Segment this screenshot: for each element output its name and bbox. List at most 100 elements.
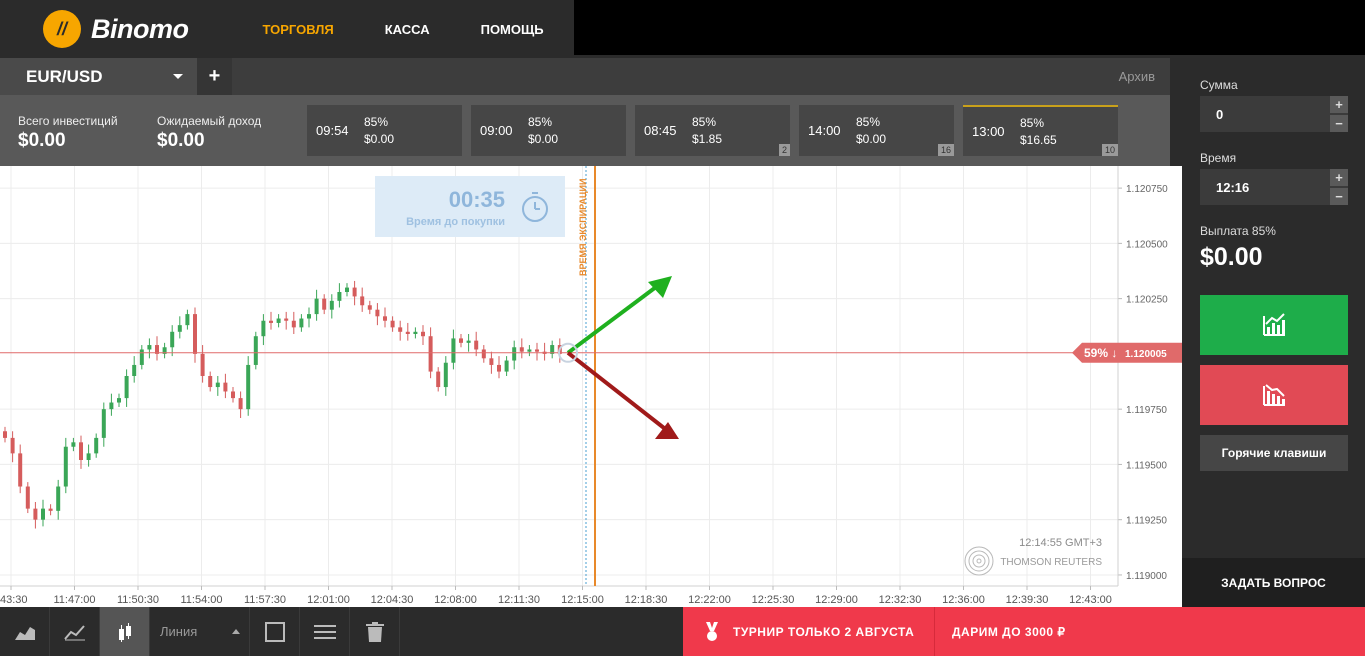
candle bbox=[185, 314, 190, 326]
candle bbox=[33, 508, 38, 520]
deal-card[interactable]: 09:54 85% $0.00 bbox=[307, 105, 462, 156]
candle bbox=[535, 349, 539, 352]
candle bbox=[223, 382, 228, 392]
deal-sum: $0.00 bbox=[856, 132, 887, 146]
candle bbox=[208, 376, 213, 388]
deal-percent: 85% bbox=[692, 115, 717, 129]
deal-sum: $0.00 bbox=[364, 132, 395, 146]
candle bbox=[231, 391, 235, 399]
expected-income: Ожидаемый доход $0.00 bbox=[157, 114, 261, 152]
candle bbox=[398, 327, 403, 332]
x-tick-label: 12:43:00 bbox=[1069, 594, 1112, 606]
candle bbox=[360, 296, 365, 306]
nav-help[interactable]: ПОМОЩЬ bbox=[481, 22, 544, 37]
sum-value: 0 bbox=[1216, 106, 1224, 122]
hotkeys-button[interactable]: Горячие клавиши bbox=[1200, 435, 1348, 471]
time-input[interactable]: 12:16 + − bbox=[1200, 169, 1348, 205]
sum-input[interactable]: 0 + − bbox=[1200, 96, 1348, 132]
y-tick-label: 1.120500 bbox=[1126, 239, 1168, 250]
deal-count-badge: 2 bbox=[778, 144, 790, 156]
y-tick-label: 1.120250 bbox=[1126, 295, 1168, 306]
candle bbox=[48, 508, 53, 511]
candle bbox=[200, 353, 205, 376]
candle bbox=[71, 442, 76, 447]
x-tick-label: 43:30 bbox=[0, 594, 28, 606]
candle bbox=[94, 437, 99, 454]
candle bbox=[322, 298, 327, 310]
deal-card[interactable]: 08:45 85% $1.85 2 bbox=[635, 105, 790, 156]
nav-cashier[interactable]: КАССА bbox=[385, 22, 430, 37]
candle bbox=[307, 314, 311, 319]
chart-down-icon bbox=[1263, 384, 1285, 406]
candle bbox=[413, 331, 418, 334]
total-investments-label: Всего инвестиций bbox=[18, 114, 118, 128]
y-tick-label: 1.119250 bbox=[1126, 516, 1167, 527]
timer-value: 00:35 bbox=[449, 187, 505, 212]
sum-decrease-button[interactable]: − bbox=[1330, 115, 1348, 132]
time-value: 12:16 bbox=[1216, 179, 1250, 195]
square-icon bbox=[264, 621, 285, 642]
candle bbox=[527, 349, 532, 352]
line-type-select[interactable]: Линия bbox=[150, 607, 250, 656]
x-tick-label: 12:25:30 bbox=[752, 594, 795, 606]
candle bbox=[139, 349, 144, 365]
add-asset-button[interactable]: + bbox=[197, 58, 232, 95]
deal-time: 14:00 bbox=[808, 123, 841, 138]
logo[interactable]: // Binomo bbox=[43, 10, 189, 48]
candle bbox=[421, 331, 425, 337]
ask-question-button[interactable]: ЗАДАТЬ ВОПРОС bbox=[1182, 558, 1365, 607]
x-tick-label: 12:15:00 bbox=[561, 594, 604, 606]
candle bbox=[436, 371, 441, 388]
promo-banner[interactable]: ТУРНИР ТОЛЬКО 2 АВГУСТА ДАРИМ ДО 3000 ₽ bbox=[683, 607, 1365, 656]
candles-tool[interactable] bbox=[100, 607, 150, 656]
delete-tool[interactable] bbox=[350, 607, 400, 656]
nav-trading[interactable]: ТОРГОВЛЯ bbox=[263, 22, 334, 37]
menu-tool[interactable] bbox=[300, 607, 350, 656]
candle bbox=[405, 331, 410, 334]
candle bbox=[86, 453, 91, 460]
candle bbox=[299, 318, 304, 328]
area-chart-tool[interactable] bbox=[0, 607, 50, 656]
deal-time: 09:54 bbox=[316, 123, 349, 138]
deal-card[interactable]: 13:00 85% $16.65 10 bbox=[963, 105, 1118, 156]
candle bbox=[3, 431, 7, 438]
bonus-promo[interactable]: ДАРИМ ДО 3000 ₽ bbox=[952, 607, 1066, 656]
expected-income-value: $0.00 bbox=[157, 130, 205, 151]
sum-increase-button[interactable]: + bbox=[1330, 96, 1348, 113]
line-chart-tool[interactable] bbox=[50, 607, 100, 656]
rectangle-tool[interactable] bbox=[250, 607, 300, 656]
deal-sum: $1.85 bbox=[692, 132, 723, 146]
deal-sum: $0.00 bbox=[528, 132, 559, 146]
y-axis: 1.120750 1.120500 1.120250 1.119750 1.119500… bbox=[1117, 166, 1168, 586]
asset-tab-row: EUR/USD + Архив bbox=[0, 58, 1170, 95]
candle bbox=[367, 305, 372, 310]
line-type-label: Линия bbox=[160, 624, 198, 639]
bottom-toolbar: Линия ТУРНИР ТОЛЬКО 2 АВГУСТА ДАРИМ ДО 3… bbox=[0, 607, 1365, 656]
time-label: Время bbox=[1200, 151, 1237, 165]
archive-link[interactable]: Архив bbox=[1119, 69, 1155, 84]
candle bbox=[25, 486, 30, 509]
candles bbox=[3, 280, 562, 529]
medal-icon bbox=[706, 621, 718, 641]
x-tick-label: 12:22:00 bbox=[688, 594, 731, 606]
candle bbox=[269, 320, 273, 323]
tournament-promo[interactable]: ТУРНИР ТОЛЬКО 2 АВГУСТА bbox=[705, 607, 914, 656]
x-tick-label: 12:11:30 bbox=[498, 594, 540, 606]
candle bbox=[291, 320, 296, 328]
time-increase-button[interactable]: + bbox=[1330, 169, 1348, 186]
price-chart[interactable]: 1.120750 1.120500 1.120250 1.119750 1.119500… bbox=[0, 166, 1182, 607]
candle bbox=[451, 338, 456, 363]
chevron-down-icon bbox=[173, 74, 183, 79]
asset-tab-eurusd[interactable]: EUR/USD bbox=[0, 58, 197, 95]
deal-time: 09:00 bbox=[480, 123, 513, 138]
deal-card[interactable]: 14:00 85% $0.00 16 bbox=[799, 105, 954, 156]
time-decrease-button[interactable]: − bbox=[1330, 188, 1348, 205]
top-banner-area bbox=[574, 0, 1365, 55]
provider-label: THOMSON REUTERS bbox=[1000, 557, 1102, 568]
candle bbox=[443, 362, 448, 388]
deal-card[interactable]: 09:00 85% $0.00 bbox=[471, 105, 626, 156]
candle bbox=[352, 287, 357, 297]
candle bbox=[345, 287, 349, 292]
buy-down-button[interactable] bbox=[1200, 365, 1348, 425]
buy-up-button[interactable] bbox=[1200, 295, 1348, 355]
